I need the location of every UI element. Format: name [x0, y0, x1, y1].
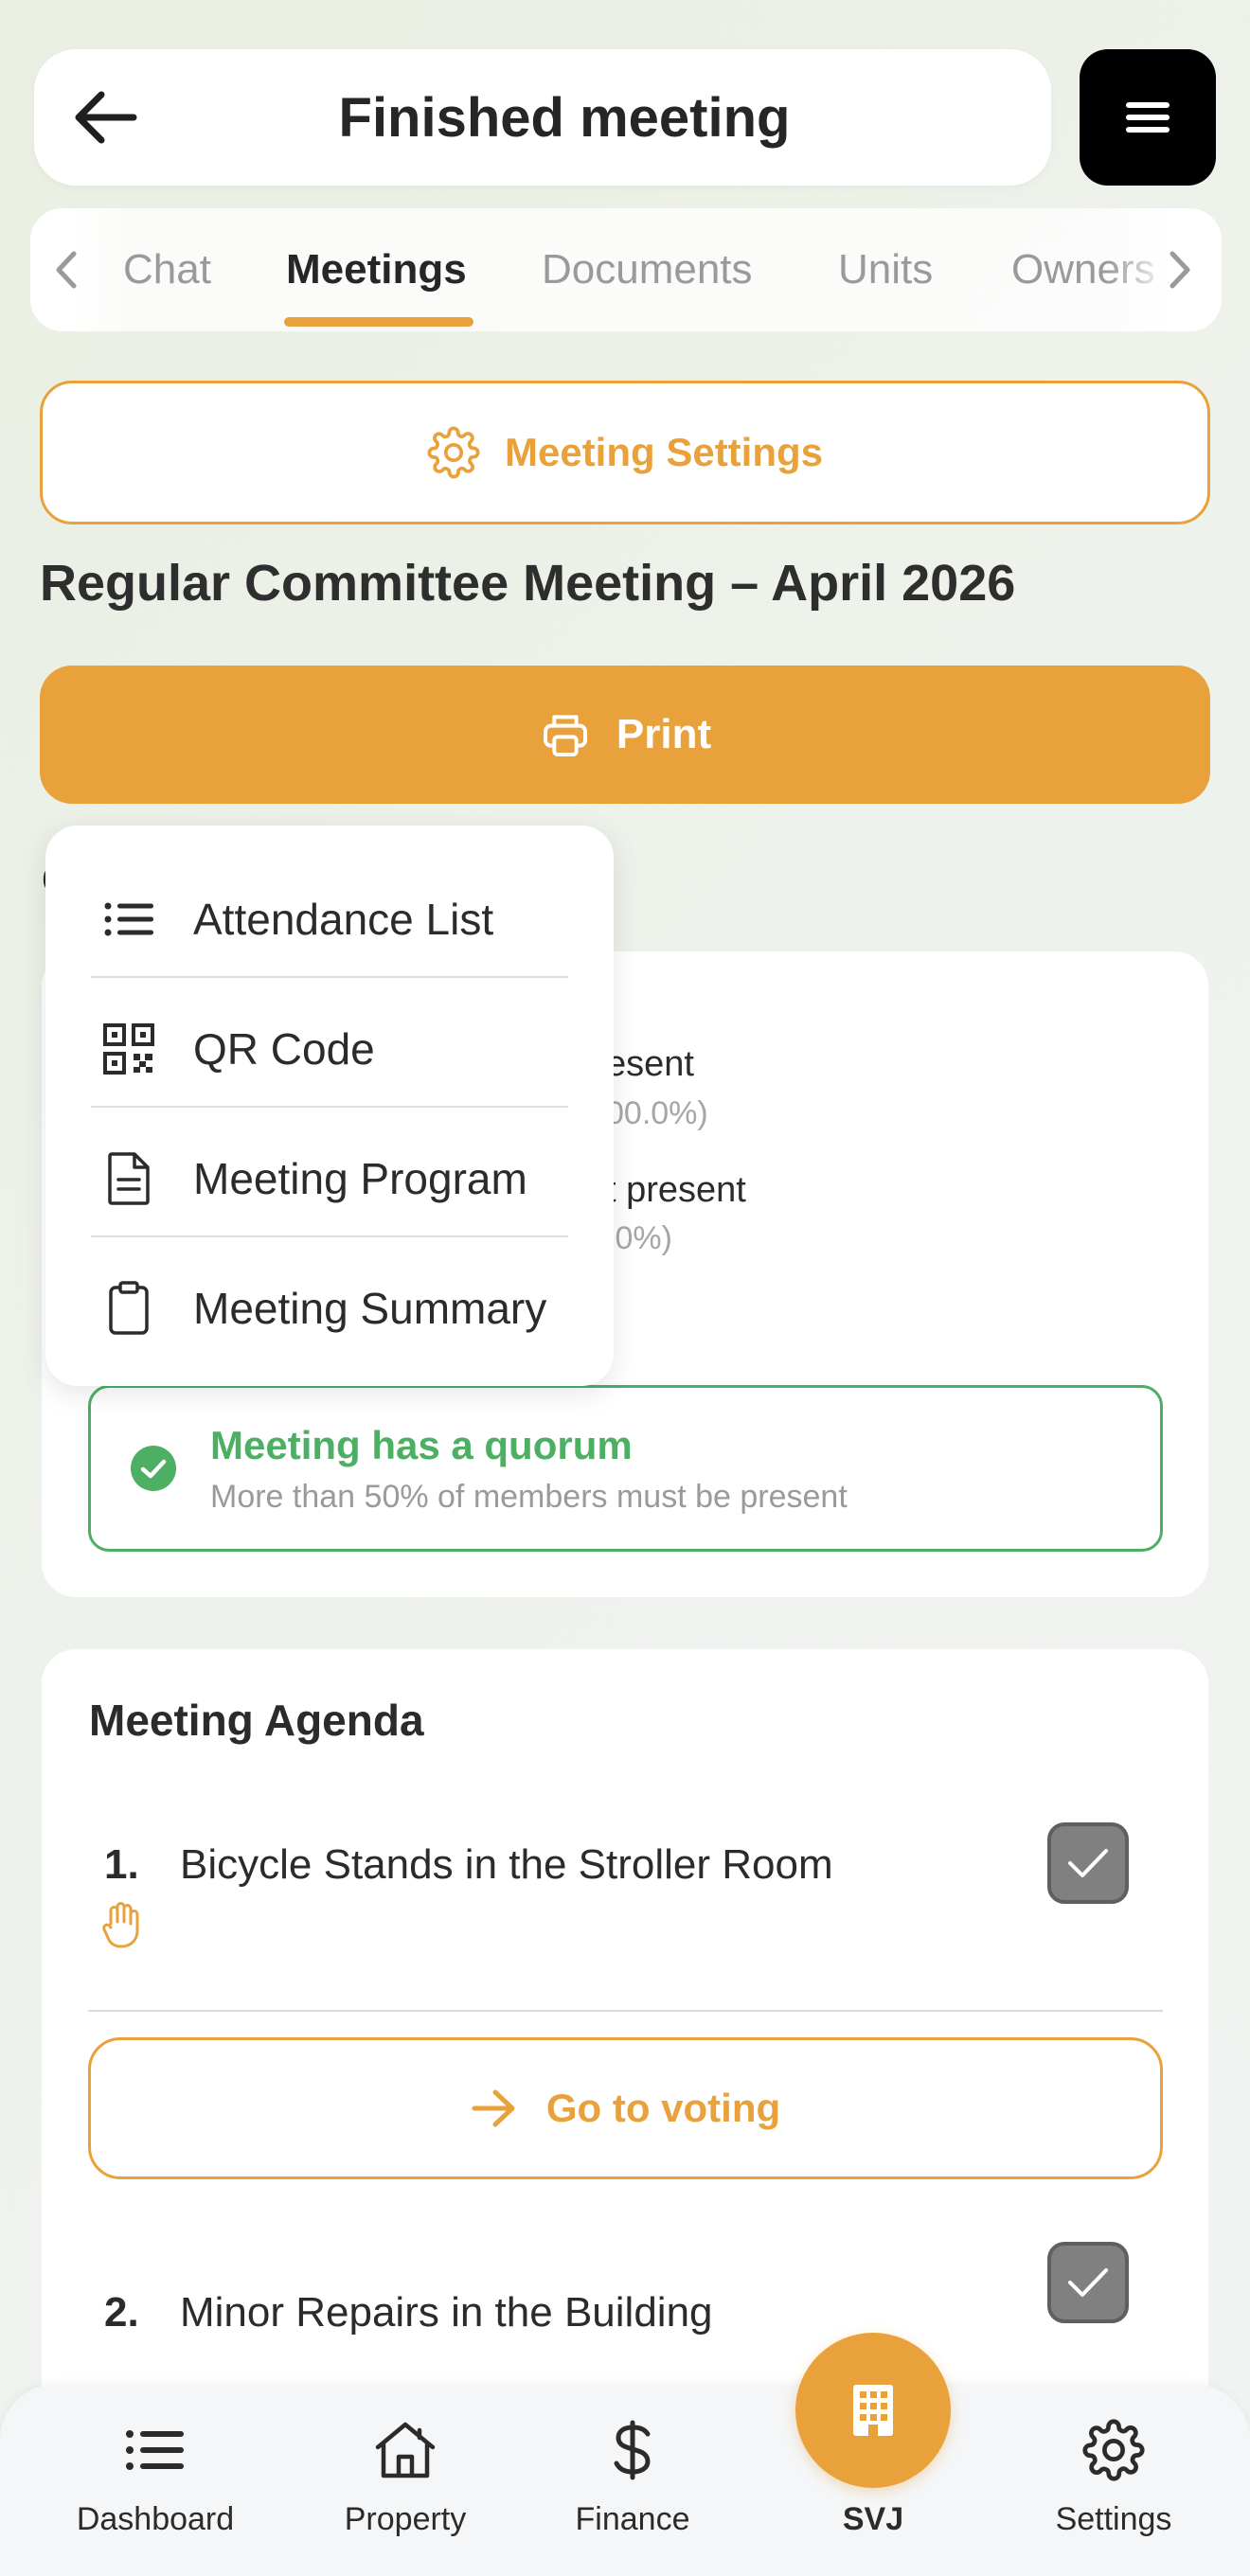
agenda-item-text: Bicycle Stands in the Stroller Room — [180, 1841, 833, 1888]
meeting-settings-label: Meeting Settings — [504, 430, 824, 474]
tab-units[interactable]: Units — [838, 208, 933, 331]
print-menu-item-attendance-list[interactable]: Attendance List — [45, 854, 614, 984]
absent-label: t present — [606, 1170, 746, 1210]
go-to-voting-button[interactable]: Go to voting — [88, 2037, 1163, 2179]
arrow-right-icon — [472, 2089, 515, 2127]
print-menu-label: Attendance List — [193, 894, 494, 944]
meeting-settings-button[interactable]: Meeting Settings — [40, 381, 1210, 524]
print-menu-label: Meeting Program — [193, 1153, 527, 1203]
quorum-box — [88, 1385, 1163, 1552]
tab-fade-right — [1108, 208, 1222, 331]
nav-label: Property — [344, 2501, 467, 2537]
go-to-voting-label: Go to voting — [545, 2086, 781, 2130]
nav-dashboard[interactable]: Dashboard — [61, 2412, 250, 2554]
clipboard-icon — [102, 1280, 155, 1335]
nav-finance[interactable]: Finance — [538, 2412, 727, 2554]
document-icon — [102, 1151, 155, 1205]
absent-value: .0%) — [606, 1220, 672, 1256]
check-circle-icon — [131, 1446, 176, 1491]
list-icon — [117, 2412, 193, 2488]
agenda-item-checkbox[interactable] — [1047, 1822, 1129, 1904]
menu-divider — [91, 976, 568, 978]
meeting-title: Regular Committee Meeting – April 2026 — [40, 555, 1016, 612]
print-menu-label: Meeting Summary — [193, 1283, 547, 1333]
nav-label-svj[interactable]: SVJ — [778, 2501, 968, 2538]
nav-settings[interactable]: Settings — [1019, 2412, 1208, 2554]
agenda-item-text: Minor Repairs in the Building — [180, 2289, 713, 2336]
tab-chat[interactable]: Chat — [123, 208, 211, 331]
agenda-item-checkbox[interactable] — [1047, 2242, 1129, 2323]
checkmark-icon — [1068, 2268, 1108, 2297]
present-label: esent — [606, 1044, 694, 1084]
chevron-left-icon[interactable] — [51, 248, 80, 292]
nav-label: Finance — [575, 2501, 690, 2537]
print-button[interactable]: Print — [40, 666, 1210, 804]
agenda-item-number: 1. — [104, 1841, 139, 1888]
nav-property[interactable]: Property — [311, 2412, 500, 2554]
checkmark-icon — [1068, 1849, 1108, 1877]
hamburger-menu-icon — [1126, 102, 1170, 133]
print-menu: Attendance List QR Code Meeting Program … — [45, 826, 614, 1386]
gear-icon — [427, 426, 480, 479]
print-label: Print — [616, 711, 712, 757]
print-menu-label: QR Code — [193, 1023, 375, 1074]
nav-label: Dashboard — [76, 2501, 235, 2537]
dollar-icon — [595, 2412, 670, 2488]
print-menu-item-meeting-program[interactable]: Meeting Program — [45, 1113, 614, 1243]
chevron-right-icon[interactable] — [1167, 248, 1195, 292]
raised-hand-icon — [102, 1902, 139, 1948]
arrow-left-icon — [75, 91, 137, 144]
agenda-title: Meeting Agenda — [89, 1696, 424, 1745]
agenda-divider — [88, 2010, 1163, 2012]
nav-label: Settings — [1055, 2501, 1172, 2537]
printer-icon — [543, 715, 587, 756]
tab-meetings[interactable]: Meetings — [286, 208, 467, 331]
print-menu-item-qr-code[interactable]: QR Code — [45, 984, 614, 1113]
menu-button[interactable] — [1080, 49, 1216, 186]
svj-fab-button[interactable] — [795, 2333, 951, 2488]
print-menu-item-meeting-summary[interactable]: Meeting Summary — [45, 1243, 614, 1373]
list-icon — [102, 893, 155, 946]
qr-code-icon — [102, 1022, 155, 1075]
menu-divider — [91, 1106, 568, 1108]
tab-bar: s Chat Meetings Documents Units Owners — [30, 208, 1222, 331]
page-title: Finished meeting — [338, 86, 791, 149]
building-icon — [853, 2385, 893, 2436]
tab-documents[interactable]: Documents — [542, 208, 753, 331]
present-value: 00.0%) — [606, 1095, 708, 1131]
house-icon — [367, 2412, 443, 2488]
back-button[interactable] — [34, 49, 176, 186]
gear-icon — [1076, 2412, 1152, 2488]
quorum-title: Meeting has a quorum — [210, 1423, 633, 1467]
agenda-item-number: 2. — [104, 2289, 139, 2336]
quorum-subtitle: More than 50% of members must be present — [210, 1479, 848, 1515]
menu-divider — [91, 1235, 568, 1237]
active-tab-indicator — [284, 317, 473, 327]
